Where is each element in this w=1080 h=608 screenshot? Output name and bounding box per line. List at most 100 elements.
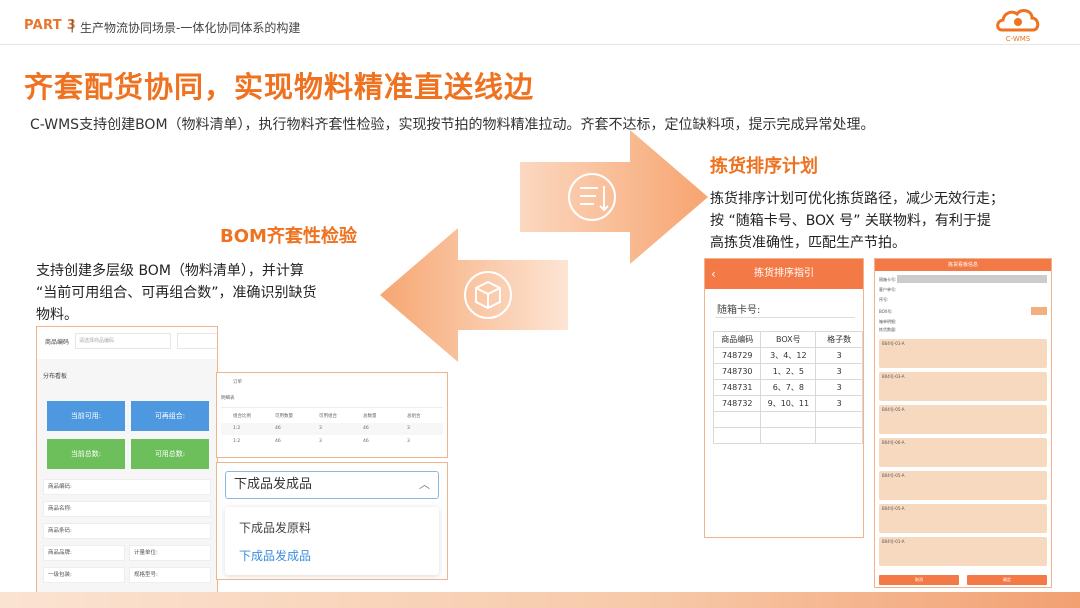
header-subtitle: 生产物流协同场景-一体化协同体系的构建 [80, 21, 301, 35]
type-select[interactable]: 下成品发成品 ︿ [225, 471, 439, 499]
table-cell: 1:2 [233, 439, 241, 444]
table-row [712, 427, 863, 444]
col-available-qty: 可用数量 [275, 414, 293, 419]
goods-code-label: 商品编码 [45, 339, 70, 346]
pick-plan-line: 高拣货准确性，匹配生产节拍。 [710, 235, 906, 251]
header-separator: | [70, 18, 75, 33]
bom-check-text: 支持创建多层级 BOM（物料清单），并计算 “当前可用组合、可再组合数”，准确识… [36, 260, 317, 326]
table-cell: 748732 [712, 395, 762, 412]
back-icon[interactable]: ‹ [711, 259, 716, 289]
table-cell: 46 [275, 426, 281, 431]
pick-item[interactable]: B04号-06-A [879, 438, 1047, 467]
distribution-panel: 分布看板 当前可用: 可再组合: 当前总数: 可用总数: 商品编码: 商品名称:… [37, 359, 217, 603]
goods-brand-row: 商品品牌: [43, 545, 125, 561]
available-now-tile: 当前可用: [47, 401, 125, 431]
bom-detail-table: 订单 明细表 组合比例 可用数量 可用组合 总数量 总组合 1:2 46 3 4… [216, 372, 448, 458]
table-cell: 748730 [712, 363, 762, 380]
bom-check-title: BOM齐套性检验 [220, 226, 357, 247]
field-label: 随箱卡号: [879, 277, 897, 282]
pick-item[interactable]: B04号-05-A [879, 504, 1047, 533]
bom-check-line: “当前可用组合、可再组合数”，准确识别缺货 [36, 285, 317, 301]
pick-item[interactable]: B04号-01-A [879, 339, 1047, 368]
table-cell: 3 [319, 439, 322, 444]
goods-code-input[interactable]: 请选择商品编码 [75, 333, 171, 349]
table-row: 748729 3、4、12 3 [712, 347, 863, 364]
card-number-input[interactable] [715, 317, 855, 318]
option-finished-goods[interactable]: 下成品发成品 [239, 547, 311, 564]
col-grid-count: 格子数 [815, 331, 863, 348]
cancel-button[interactable]: 取消 [879, 575, 959, 585]
table-row [712, 411, 863, 428]
table-cell: 3 [319, 426, 322, 431]
table-row: 748731 6、7、8 3 [712, 379, 863, 396]
table-cell: 748731 [712, 379, 762, 396]
col-available-comb: 可用组合 [319, 414, 337, 419]
pick-item[interactable]: B04号-05-A [879, 471, 1047, 500]
confirm-button[interactable]: 确定 [967, 575, 1047, 585]
col-total-qty: 总数量 [363, 414, 377, 419]
table-cell: 1、2、5 [760, 363, 817, 380]
table-row: 748732 9、10、11 3 [712, 395, 863, 412]
table-cell: 3 [407, 426, 410, 431]
table-cell: 46 [275, 439, 281, 444]
total-now-tile: 当前总数: [47, 439, 125, 469]
field-label: 客户单号: [879, 287, 897, 292]
table-cell: 748729 [712, 347, 762, 364]
chevron-up-icon: ︿ [419, 478, 430, 491]
col-ratio: 组合比例 [233, 414, 251, 419]
pick-plan-text: 拣货排序计划可优化拣货路径，减少无效行走； 按 “随箱卡号、BOX 号” 关联物… [710, 188, 1004, 254]
table-cell: 3 [815, 395, 863, 412]
unit-row: 计量单位: [129, 545, 211, 561]
goods-name-row: 商品名称: [43, 501, 211, 517]
option-raw-material[interactable]: 下成品发原料 [239, 519, 311, 536]
col-total-comb: 总组合 [407, 414, 421, 419]
table-cell: 46 [363, 426, 369, 431]
pick-item[interactable]: B04号-05-A [879, 405, 1047, 434]
confirm-box-button[interactable] [1031, 307, 1047, 315]
field-label: BOX号: [879, 309, 893, 314]
field-label: 拣货数量: [879, 327, 897, 332]
pick-board-phone: 拣货看板信息 随箱卡号: 客户单号: 序号: BOX号: 箱单明细: 拣货数量:… [874, 258, 1052, 588]
card-number-value [897, 275, 1047, 283]
table-cell: 3、4、12 [760, 347, 817, 364]
type-select-value: 下成品发成品 [234, 477, 313, 492]
field-label: 序号: [879, 297, 889, 302]
goods-barcode-row: 商品条码: [43, 523, 211, 539]
table-cell: 3 [815, 363, 863, 380]
panel-label: 分布看板 [43, 373, 68, 380]
sort-guide-title: 拣货排序指引 [754, 268, 814, 279]
pick-item[interactable]: B04号-03-A [879, 372, 1047, 401]
left-arrow-graphic [380, 228, 568, 362]
table-row: 748730 1、2、5 3 [712, 363, 863, 380]
sort-table: 商品编码 BOX号 格子数 748729 3、4、12 3 748730 1、2… [712, 331, 863, 444]
table-cell: 1:2 [233, 426, 241, 431]
spec-row: 规格型号: [129, 567, 211, 583]
detail-section-label: 明细表 [221, 396, 235, 401]
card-number-label: 随箱卡号: [717, 305, 761, 316]
bom-check-line: 支持创建多层级 BOM（物料清单），并计算 [36, 263, 304, 279]
goods-code-extra-input[interactable] [177, 333, 217, 349]
part-label: PART 3 [24, 18, 77, 33]
table-cell: 9、10、11 [760, 395, 817, 412]
col-goods-code: 商品编码 [712, 331, 762, 348]
logo-text: C-WMS [1006, 35, 1031, 43]
type-dropdown-menu: 下成品发原料 下成品发成品 [225, 507, 439, 575]
pick-plan-line: 拣货排序计划可优化拣货路径，减少无效行走； [710, 191, 1004, 207]
table-header-row: 商品编码 BOX号 格子数 [712, 331, 863, 348]
bom-form-screenshot: 商品编码 请选择商品编码 分布看板 当前可用: 可再组合: 当前总数: 可用总数… [36, 326, 218, 604]
pick-board-header: 拣货看板信息 [875, 259, 1051, 271]
page-title: 齐套配货协同，实现物料精准直送线边 [24, 70, 535, 104]
cwms-logo: C-WMS [992, 4, 1044, 44]
table-cell: 46 [363, 439, 369, 444]
sort-guide-phone: ‹ 拣货排序指引 随箱卡号: 商品编码 BOX号 格子数 748729 3、4、… [704, 258, 864, 538]
pick-item[interactable]: B04号-01-A [879, 537, 1047, 566]
type-dropdown-screenshot: 下成品发成品 ︿ 下成品发原料 下成品发成品 [216, 462, 448, 580]
package-row: 一级包装: [43, 567, 125, 583]
goods-code-row: 商品编码: [43, 479, 211, 495]
table-cell: 3 [815, 379, 863, 396]
table-cell: 6、7、8 [760, 379, 817, 396]
page-description: C-WMS支持创建BOM（物料清单），执行物料齐套性检验，实现按节拍的物料精准拉… [30, 117, 875, 133]
bom-check-line: 物料。 [36, 307, 78, 323]
tab-orders[interactable]: 订单 [233, 379, 242, 385]
table-cell: 3 [815, 347, 863, 364]
